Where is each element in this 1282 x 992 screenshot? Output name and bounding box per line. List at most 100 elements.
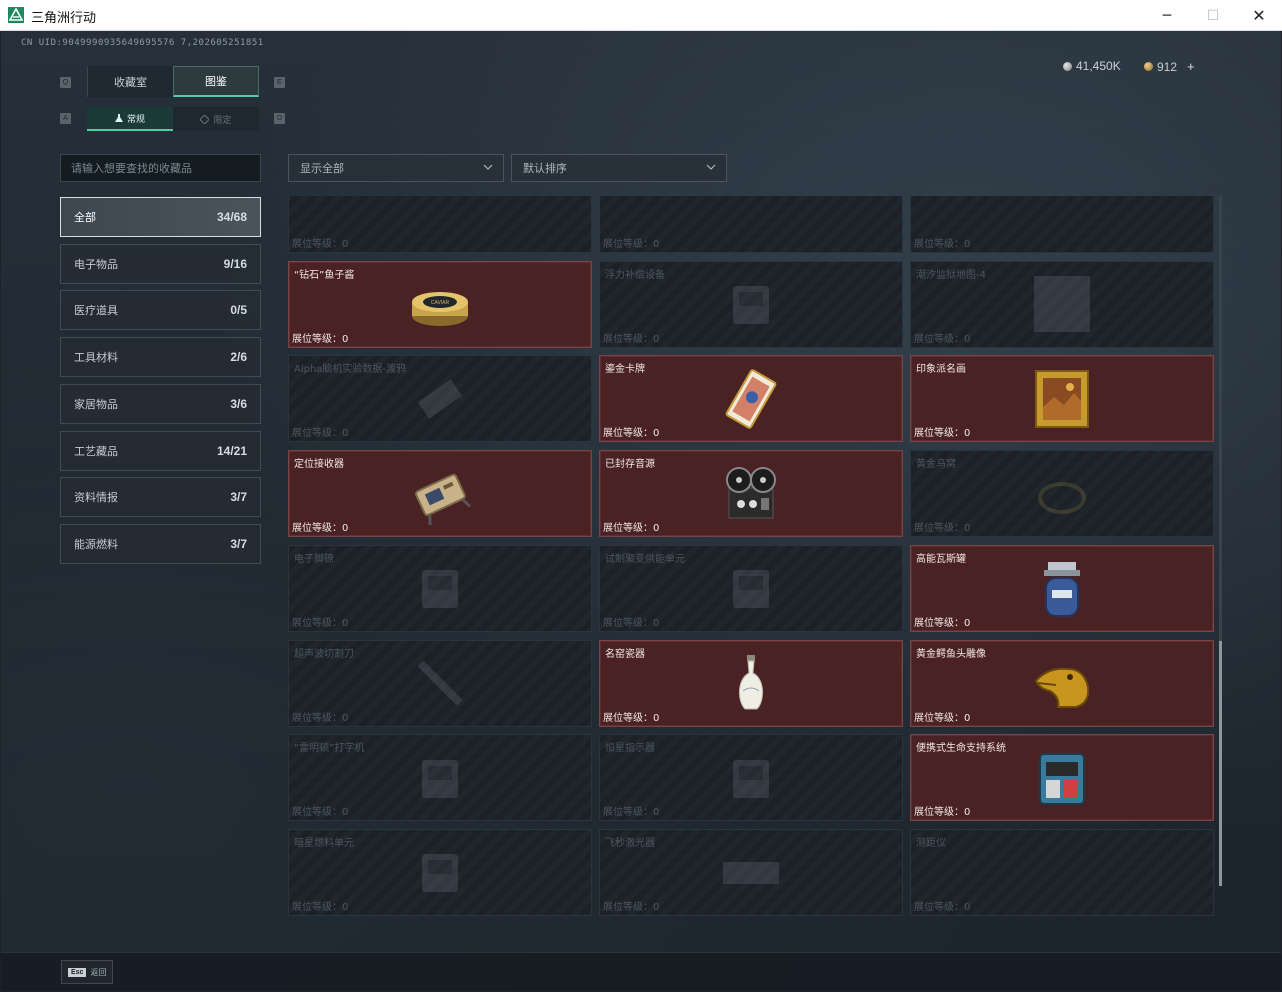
collection-card[interactable]: 定位接收器 展位等级：0 [288, 450, 592, 538]
collection-card[interactable]: 电子脚镣 展位等级：0 [288, 544, 592, 632]
category-item[interactable]: 全部 34/68 [60, 197, 261, 237]
item-name: 鎏金卡牌 [605, 364, 645, 376]
booth-level: 展位等级：0 [914, 617, 971, 629]
booth-level: 展位等级：0 [292, 523, 349, 535]
bottom-bar [1, 952, 1281, 991]
flask-icon [114, 113, 123, 122]
collection-card[interactable]: 黄金鸟窝展位等级：0 [910, 450, 1214, 538]
category-item[interactable]: 工具材料 2/6 [60, 337, 261, 378]
collection-card[interactable]: 飞秒激光器 展位等级：0 [599, 828, 903, 916]
collection-card[interactable]: 测距仪 展位等级：0 [910, 828, 1214, 916]
receiver-icon [408, 462, 472, 526]
collection-card[interactable]: 名窑瓷器 展位等级：0 [599, 639, 903, 727]
scrollbar-thumb[interactable] [1219, 641, 1222, 886]
tab-codex[interactable]: 图鉴 [173, 66, 259, 97]
booth-level: 展位等级：0 [914, 807, 971, 819]
item-name: 试制聚变供能单元 [605, 553, 685, 565]
collection-search-input[interactable] [60, 154, 261, 182]
filter-dropdown[interactable]: 显示全部 [288, 154, 504, 182]
category-item[interactable]: 资料情报 3/7 [60, 477, 261, 518]
subtab-limited[interactable]: 限定 [173, 107, 259, 131]
sort-dropdown[interactable]: 默认排序 [511, 154, 727, 182]
category-item[interactable]: 电子物品 9/16 [60, 243, 261, 284]
collection-card[interactable]: 展位等级：0 [288, 196, 592, 253]
add-currency-button[interactable]: + [1187, 59, 1195, 74]
croc-icon [1030, 651, 1094, 715]
item-name: Alpha脑机实验数据-渡鸦 [294, 364, 407, 376]
item-name: 测距仪 [916, 837, 946, 849]
item-name: 高能瓦斯罐 [916, 553, 966, 565]
collection-card[interactable]: 潮汐监狱地图-4 展位等级：0 [910, 260, 1214, 348]
collection-card[interactable]: 恒星指示器 展位等级：0 [599, 734, 903, 822]
category-item[interactable]: 工艺藏品 14/21 [60, 430, 261, 471]
collection-card[interactable]: 已封存音源 展位等级：0 [599, 450, 903, 538]
maximize-button[interactable]: ☐ [1190, 0, 1236, 31]
collection-card[interactable]: CAVIAR “钻石”鱼子酱 展位等级：0 [288, 260, 592, 348]
back-button[interactable]: Esc 返回 [61, 960, 114, 984]
drive-icon [408, 367, 472, 431]
device-icon [719, 272, 783, 336]
knife-icon [408, 651, 472, 715]
item-name: 黄金鳄鱼头雕像 [916, 648, 986, 660]
category-label: 能源燃料 [74, 537, 118, 551]
booth-level: 展位等级：0 [914, 428, 971, 440]
map-icon [1030, 272, 1094, 336]
device-icon [408, 746, 472, 810]
booth-level: 展位等级：0 [914, 523, 971, 535]
app-logo-icon [8, 7, 24, 23]
collection-card[interactable]: 展位等级：0 [910, 196, 1214, 253]
item-name: 暗星燃料单元 [294, 837, 354, 849]
collection-card[interactable]: 黄金鳄鱼头雕像 展位等级：0 [910, 639, 1214, 727]
collection-card[interactable]: Alpha脑机实验数据-渡鸦 展位等级：0 [288, 355, 592, 443]
category-label: 医疗道具 [74, 304, 118, 318]
collection-card[interactable]: 浮力补偿设备 展位等级：0 [599, 260, 903, 348]
device-icon [408, 556, 472, 620]
item-name: 浮力补偿设备 [605, 269, 665, 281]
reel-icon [719, 462, 783, 526]
gold-currency-value: 912 [1157, 59, 1178, 74]
sort-dropdown-value: 默认排序 [523, 162, 567, 175]
item-name: 黄金鸟窝 [916, 459, 956, 471]
category-label: 电子物品 [74, 257, 118, 271]
collection-card[interactable]: 鎏金卡牌 展位等级：0 [599, 355, 903, 443]
diamond-icon [200, 114, 210, 124]
booth-level: 展位等级：0 [914, 712, 971, 724]
collection-card[interactable]: 高能瓦斯罐展位等级：0 [910, 544, 1214, 632]
category-count: 2/6 [230, 350, 247, 365]
collection-card[interactable]: 便携式生命支持系统 展位等级：0 [910, 734, 1214, 822]
category-label: 全部 [74, 211, 96, 224]
category-count: 3/6 [230, 396, 247, 411]
category-item[interactable]: 医疗道具 0/5 [60, 290, 261, 331]
tab-collection-room[interactable]: 收藏室 [87, 66, 173, 97]
category-item[interactable]: 能源燃料 3/7 [60, 523, 261, 564]
subtab-regular-label: 常规 [126, 114, 145, 125]
collection-card[interactable]: 超声波切割刀 展位等级：0 [288, 639, 592, 727]
item-name: 印象派名画 [916, 364, 966, 376]
device-icon [719, 556, 783, 620]
item-name: 恒星指示器 [605, 743, 655, 755]
subtab-regular[interactable]: 常规 [87, 107, 173, 131]
collection-card[interactable]: 展位等级：0 [599, 196, 903, 253]
collection-card[interactable]: “雷明顿”打字机 展位等级：0 [288, 734, 592, 822]
gold-currency: 912 + [1144, 59, 1195, 74]
collection-card[interactable]: 暗星燃料单元 展位等级：0 [288, 828, 592, 916]
booth-level: 展位等级：0 [292, 428, 349, 440]
booth-level: 展位等级：0 [292, 333, 349, 345]
collection-card[interactable]: 试制聚变供能单元 展位等级：0 [599, 544, 903, 632]
close-button[interactable]: ✕ [1236, 0, 1282, 31]
collection-grid: 展位等级：0 展位等级：0 展位等级：0 CAVIAR “钻石”鱼子酱 展位等级：0 浮力补… [288, 196, 1214, 917]
card-icon [719, 367, 783, 431]
item-name: 电子脚镣 [294, 553, 334, 565]
category-item[interactable]: 家居物品 3/6 [60, 383, 261, 424]
device-icon [719, 746, 783, 810]
key-hint-d: D [274, 113, 285, 124]
game-viewport: CN UID:9049990935649695576 7,20260525185… [1, 31, 1281, 991]
painting-icon [1030, 367, 1094, 431]
item-name: 潮汐监狱地图-4 [916, 269, 986, 281]
category-label: 工艺藏品 [74, 444, 118, 458]
minimize-button[interactable]: ─ [1144, 0, 1190, 31]
booth-level: 展位等级：0 [603, 333, 660, 345]
chevron-down-icon [483, 164, 493, 170]
collection-card[interactable]: 印象派名画展位等级：0 [910, 355, 1214, 443]
esc-key-hint: Esc [68, 967, 87, 977]
